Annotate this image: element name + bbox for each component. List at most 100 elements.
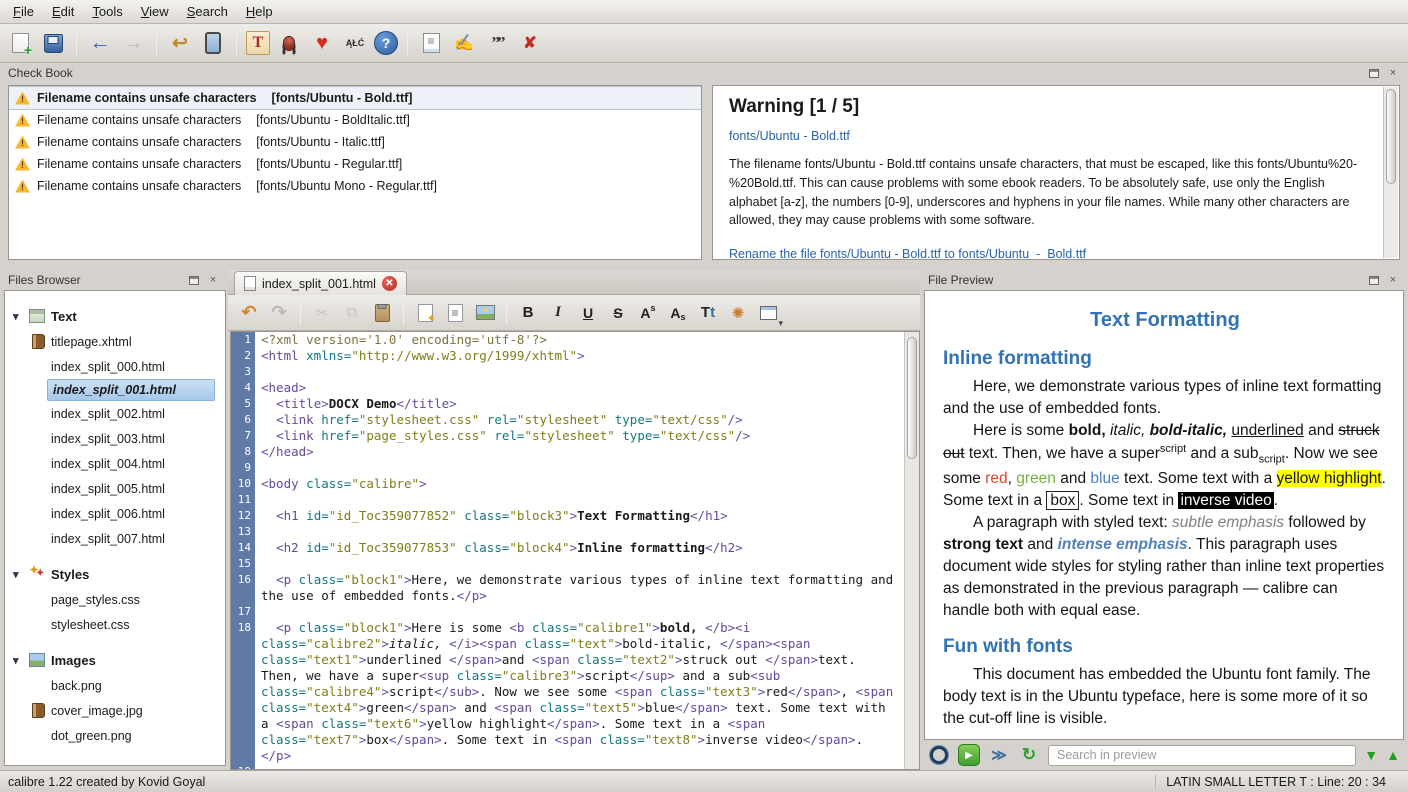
code-line[interactable]: 11 xyxy=(231,492,904,508)
code-line[interactable]: 2<html xmlns="http://www.w3.org/1999/xht… xyxy=(231,348,904,364)
line-number: 4 xyxy=(231,380,255,396)
menu-file[interactable]: File xyxy=(4,0,43,23)
smarten-punctuation-icon[interactable] xyxy=(412,300,438,326)
bold-icon[interactable]: B xyxy=(515,300,541,326)
menu-edit[interactable]: Edit xyxy=(43,0,83,23)
code-line[interactable]: 17 xyxy=(231,604,904,620)
line-number: 10 xyxy=(231,476,255,492)
check-book-icon[interactable] xyxy=(275,29,303,57)
paste-icon[interactable] xyxy=(369,300,395,326)
check-item[interactable]: Filename contains unsafe characters[font… xyxy=(9,87,701,109)
code-line[interactable]: 1<?xml version='1.0' encoding='utf-8'?> xyxy=(231,332,904,348)
code-line[interactable]: 16 <p class="block1">Here, we demonstrat… xyxy=(231,572,904,604)
code-line[interactable]: 3 xyxy=(231,364,904,380)
smarten-punctuation-icon[interactable]: ”” xyxy=(483,29,511,57)
tab-index-split-001[interactable]: index_split_001.html ✕ xyxy=(234,271,407,295)
float-panel-icon[interactable] xyxy=(1367,66,1381,80)
insert-table-icon[interactable] xyxy=(755,300,781,326)
scrollbar-thumb[interactable] xyxy=(907,337,917,459)
code-line[interactable]: 15 xyxy=(231,556,904,572)
save-icon[interactable] xyxy=(39,29,67,57)
file-back.png[interactable]: back.png xyxy=(5,673,225,698)
superscript-icon[interactable]: A xyxy=(635,300,661,326)
tree-section-text[interactable]: ▾Text xyxy=(5,303,225,329)
code-line[interactable]: 18 <p class="block1">Here is some <b cla… xyxy=(231,620,904,764)
format-block-icon[interactable] xyxy=(442,300,468,326)
file-index_split_001.html[interactable]: index_split_001.html xyxy=(47,379,215,401)
insert-special-character-icon[interactable]: ✺ xyxy=(725,300,751,326)
close-panel-icon[interactable]: × xyxy=(1386,66,1400,80)
menu-help[interactable]: Help xyxy=(237,0,282,23)
tree-section-images[interactable]: ▾Images xyxy=(5,647,225,673)
show-position-icon[interactable] xyxy=(928,744,950,766)
strikethrough-icon[interactable]: S xyxy=(605,300,631,326)
file-page_styles.css[interactable]: page_styles.css xyxy=(5,587,225,612)
help-icon[interactable]: ? xyxy=(374,31,398,55)
code-line[interactable]: 12 <h1 id="id_Toc359077852" class="block… xyxy=(231,508,904,524)
float-panel-icon[interactable] xyxy=(187,273,201,287)
edit-toc-icon[interactable]: T xyxy=(246,31,270,55)
code-line[interactable]: 7 <link href="page_styles.css" rel="styl… xyxy=(231,428,904,444)
float-panel-icon[interactable] xyxy=(1367,273,1381,287)
menu-search[interactable]: Search xyxy=(178,0,237,23)
split-view-icon[interactable]: ≫ xyxy=(988,744,1010,766)
auto-refresh-icon[interactable]: ▶ xyxy=(958,744,980,766)
scrollbar-thumb[interactable] xyxy=(1386,89,1396,184)
code-line[interactable]: 6 <link href="stylesheet.css" rel="style… xyxy=(231,412,904,428)
file-stylesheet.css[interactable]: stylesheet.css xyxy=(5,612,225,637)
file-index_split_006.html[interactable]: index_split_006.html xyxy=(5,501,225,526)
device-preview-icon[interactable] xyxy=(199,29,227,57)
code-line[interactable]: 9 xyxy=(231,460,904,476)
underline-icon[interactable]: U xyxy=(575,300,601,326)
subscript-icon[interactable]: A xyxy=(665,300,691,326)
menu-tools[interactable]: Tools xyxy=(83,0,131,23)
scrollbar[interactable] xyxy=(1383,87,1398,258)
scrollbar[interactable] xyxy=(904,332,919,769)
code-line[interactable]: 13 xyxy=(231,524,904,540)
tree-section-styles[interactable]: ▾Styles xyxy=(5,561,225,587)
code-line[interactable]: 19 xyxy=(231,764,904,769)
reports-icon[interactable] xyxy=(417,29,445,57)
file-index_split_004.html[interactable]: index_split_004.html xyxy=(5,451,225,476)
check-item[interactable]: Filename contains unsafe characters[font… xyxy=(9,131,701,153)
restore-checkpoint-icon[interactable]: ↩ xyxy=(166,29,194,57)
file-dot_green.png[interactable]: dot_green.png xyxy=(5,723,225,748)
tab-close-icon[interactable]: ✕ xyxy=(382,276,397,291)
file-titlepage.xhtml[interactable]: titlepage.xhtml xyxy=(5,329,225,354)
check-item[interactable]: Filename contains unsafe characters[font… xyxy=(9,109,701,131)
refresh-preview-icon[interactable]: ↻ xyxy=(1018,744,1040,766)
code-line[interactable]: 4<head> xyxy=(231,380,904,396)
find-next-icon[interactable]: ▼ xyxy=(1364,747,1378,763)
code-line[interactable]: 10<body class="calibre"> xyxy=(231,476,904,492)
code-line[interactable]: 5 <title>DOCX Demo</title> xyxy=(231,396,904,412)
check-item[interactable]: Filename contains unsafe characters[font… xyxy=(9,153,701,175)
file-name: index_split_006.html xyxy=(51,507,165,521)
file-index_split_002.html[interactable]: index_split_002.html xyxy=(5,401,225,426)
italic-icon[interactable]: I xyxy=(545,300,571,326)
spell-check-icon[interactable]: ✍ xyxy=(450,29,478,57)
check-item[interactable]: Filename contains unsafe characters[font… xyxy=(9,175,701,197)
find-previous-icon[interactable]: ▲ xyxy=(1386,747,1400,763)
new-file-icon[interactable] xyxy=(6,29,34,57)
menu-view[interactable]: View xyxy=(132,0,178,23)
go-back-icon[interactable]: ← xyxy=(86,29,114,57)
donate-icon[interactable]: ♥ xyxy=(308,29,336,57)
insert-image-icon[interactable] xyxy=(472,300,498,326)
file-cover_image.jpg[interactable]: cover_image.jpg xyxy=(5,698,225,723)
code-editor[interactable]: 1<?xml version='1.0' encoding='utf-8'?>2… xyxy=(230,331,920,770)
remove-unused-css-icon[interactable]: ✘ xyxy=(516,29,544,57)
file-index_split_007.html[interactable]: index_split_007.html xyxy=(5,526,225,551)
file-index_split_005.html[interactable]: index_split_005.html xyxy=(5,476,225,501)
warning-rename-link[interactable]: Rename the file fonts/Ubuntu - Bold.ttf … xyxy=(729,247,1086,260)
code-line[interactable]: 8</head> xyxy=(231,444,904,460)
special-characters-icon[interactable]: ĄŁĆ xyxy=(341,29,369,57)
undo-icon[interactable]: ↶ xyxy=(236,300,262,326)
file-index_split_000.html[interactable]: index_split_000.html xyxy=(5,354,225,379)
close-panel-icon[interactable]: × xyxy=(1386,273,1400,287)
warning-file-link[interactable]: fonts/Ubuntu - Bold.ttf xyxy=(729,129,850,143)
file-index_split_003.html[interactable]: index_split_003.html xyxy=(5,426,225,451)
code-line[interactable]: 14 <h2 id="id_Toc359077853" class="block… xyxy=(231,540,904,556)
preview-search-input[interactable] xyxy=(1048,745,1356,766)
change-case-icon[interactable]: T xyxy=(695,300,721,326)
close-panel-icon[interactable]: × xyxy=(206,273,220,287)
